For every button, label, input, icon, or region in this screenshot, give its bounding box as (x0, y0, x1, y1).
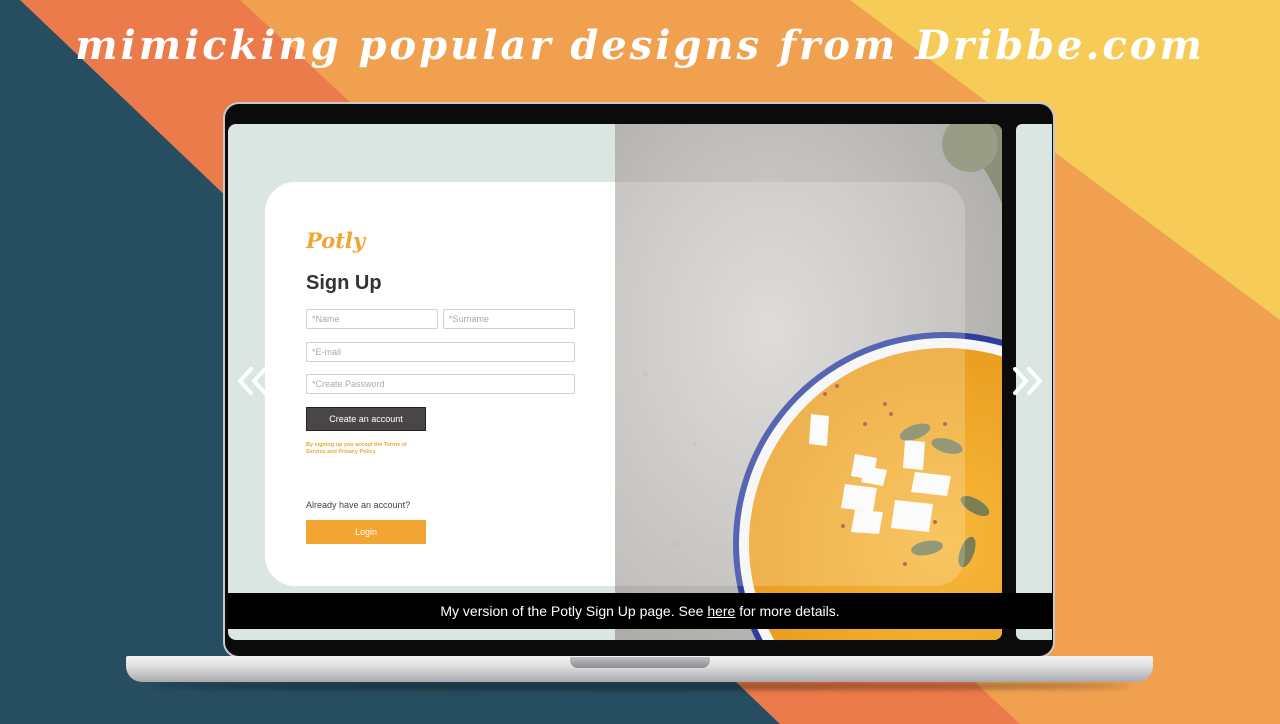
banner-title: mimicking popular designs from Dribbe.co… (75, 22, 1205, 69)
surname-field[interactable] (443, 309, 575, 329)
terms-link[interactable]: By signing up you accept the Terms of Se… (306, 442, 426, 456)
laptop-notch (570, 657, 710, 668)
login-button[interactable]: Login (306, 520, 426, 544)
carousel-slide: Potly Sign Up Create an account By signi… (228, 124, 1002, 640)
signup-form-panel: Potly Sign Up Create an account By signi… (265, 182, 615, 586)
laptop-screen: Potly Sign Up Create an account By signi… (228, 124, 1052, 642)
password-field[interactable] (306, 374, 575, 394)
name-field[interactable] (306, 309, 438, 329)
signup-card: Potly Sign Up Create an account By signi… (265, 182, 965, 586)
email-field[interactable] (306, 342, 575, 362)
potly-logo: Potly (306, 228, 366, 253)
laptop-shadow (150, 682, 1130, 690)
signup-title: Sign Up (306, 272, 382, 294)
caption-prefix: My version of the Potly Sign Up page. Se… (440, 603, 704, 619)
card-glass-panel (615, 182, 965, 586)
previous-slide-icon[interactable] (236, 364, 270, 398)
create-account-button[interactable]: Create an account (306, 407, 426, 431)
already-have-account-text: Already have an account? (306, 500, 411, 510)
next-slide-icon[interactable] (1010, 364, 1044, 398)
caption-suffix: for more details. (739, 603, 840, 619)
details-link[interactable]: here (707, 603, 735, 619)
caption-bar: My version of the Potly Sign Up page. Se… (228, 593, 1052, 629)
